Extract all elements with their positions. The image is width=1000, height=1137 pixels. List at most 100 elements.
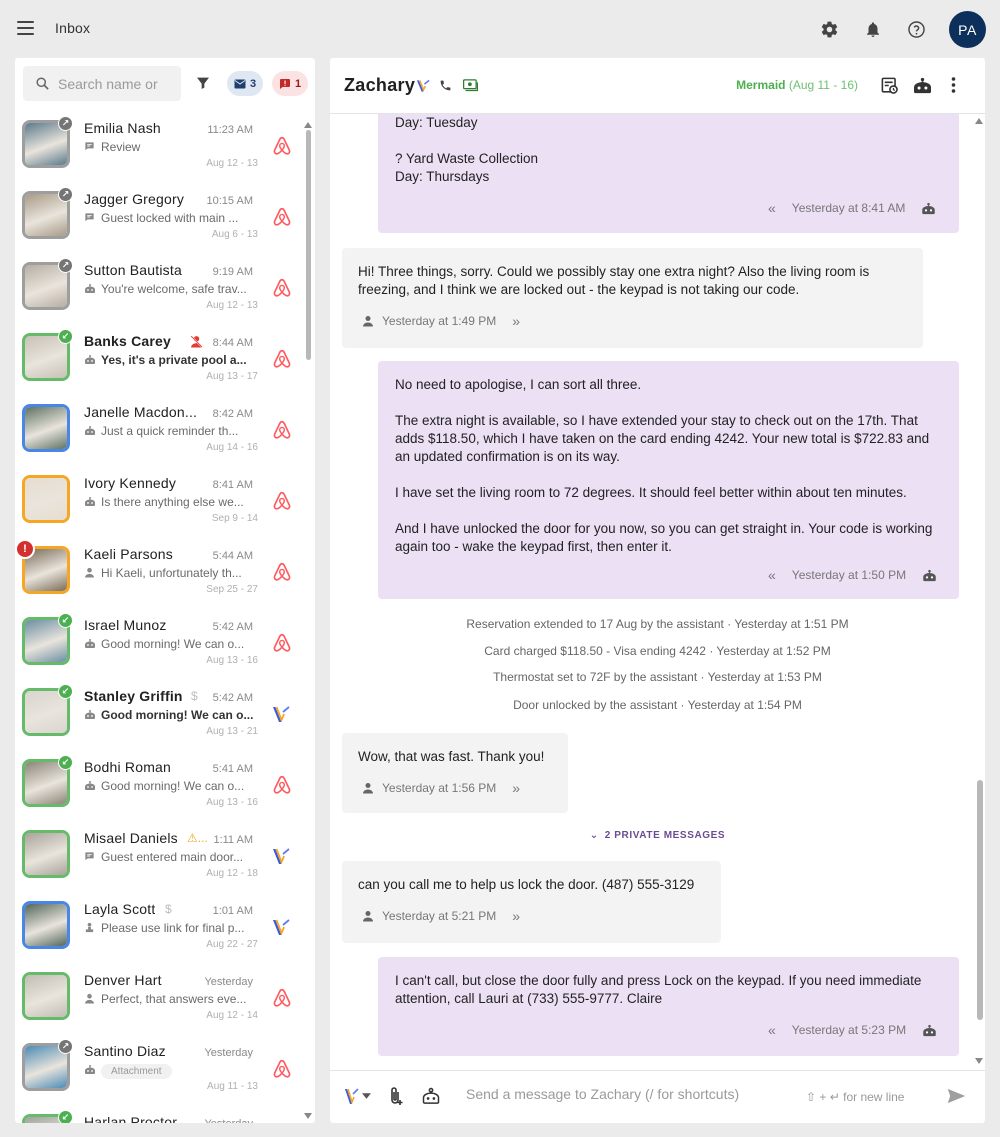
alert-count: 1 xyxy=(295,77,302,90)
direction-badge-icon: ↗ xyxy=(58,187,73,202)
expand-icon[interactable]: « xyxy=(768,566,776,584)
conversation-item[interactable]: ↗ Santino Diaz Yesterday Attachment Aug 11 -… xyxy=(15,1037,303,1108)
message-text: Wow, that was fast. Thank you! xyxy=(358,749,545,764)
message-preview: Is there anything else we... xyxy=(84,495,254,509)
stay-dates: Sep 25 - 27 xyxy=(206,584,258,595)
message-meta: « Yesterday at 8:41 AM xyxy=(768,199,936,217)
expand-icon[interactable]: « xyxy=(768,1021,776,1039)
listing-thumbnail xyxy=(22,475,70,523)
settings-gear-icon[interactable] xyxy=(819,19,839,39)
guest-name: Harlan Proctor xyxy=(84,1114,178,1123)
expand-icon[interactable]: » xyxy=(512,907,520,925)
reservation-details-icon[interactable] xyxy=(880,76,899,95)
airbnb-logo-icon xyxy=(273,1059,291,1078)
direction-badge-icon: ↗ xyxy=(58,116,73,131)
more-options-icon[interactable] xyxy=(951,77,956,93)
last-message-time: 5:42 AM xyxy=(212,692,253,704)
message-preview: Good morning! We can o... xyxy=(84,708,254,722)
message-input[interactable] xyxy=(466,1086,786,1102)
private-messages-toggle[interactable]: ⌄ 2 PRIVATE MESSAGES xyxy=(330,830,975,841)
conversation-item[interactable]: ! Kaeli Parsons 5:44 AM Hi Kaeli, unfortuna… xyxy=(15,539,303,611)
last-message-time: 5:41 AM xyxy=(212,763,253,775)
sender-type-icon xyxy=(84,1064,96,1078)
guest-name: Jagger Gregory xyxy=(84,191,185,207)
notification-bell-icon[interactable] xyxy=(863,19,883,39)
guest-name: Banks Carey xyxy=(84,333,172,349)
vrbo-logo-icon xyxy=(273,706,290,723)
conversation-scrollbar[interactable] xyxy=(304,122,312,1119)
message-preview: Attachment xyxy=(84,1063,254,1079)
sender-type-icon xyxy=(84,496,96,509)
sender-type-icon xyxy=(84,993,95,1006)
expand-icon[interactable]: » xyxy=(512,779,520,797)
help-icon[interactable] xyxy=(906,19,926,39)
search-input[interactable] xyxy=(58,75,168,92)
guest-name: Bodhi Roman xyxy=(84,759,172,775)
sender-type-icon xyxy=(84,709,96,722)
filter-icon[interactable] xyxy=(195,75,211,91)
channel-selector[interactable] xyxy=(344,1087,371,1105)
chat-header: Zachary Mermaid (Aug 11 - 16) xyxy=(330,58,985,114)
conversation-item[interactable]: ↙ Harlan Proctor Yesterday xyxy=(15,1108,303,1123)
menu-icon[interactable] xyxy=(17,21,34,35)
unread-filter-chip[interactable]: 3 xyxy=(227,71,264,96)
ai-draft-icon[interactable] xyxy=(421,1087,441,1105)
message-incoming: can you call me to help us lock the door… xyxy=(342,861,721,943)
person-off-icon xyxy=(190,335,203,348)
conversation-item[interactable]: ↙ Stanley Griffin $5:42 AM Good morning! We… xyxy=(15,682,303,753)
message-time: Yesterday at 1:50 PM xyxy=(791,568,907,582)
sender-type-icon xyxy=(84,780,96,793)
direction-badge-icon: ↙ xyxy=(58,684,73,699)
conversation-item[interactable]: ↙ Banks Carey 8:44 AM Yes, it's a private p… xyxy=(15,327,303,398)
phone-icon[interactable] xyxy=(439,79,452,92)
listing-info[interactable]: Mermaid (Aug 11 - 16) xyxy=(736,78,858,92)
listing-name: Mermaid xyxy=(736,78,786,92)
stay-dates: Aug 12 - 18 xyxy=(206,868,258,879)
guest-flag: ⚠... xyxy=(187,831,208,845)
message-text: I can't call, but close the door fully a… xyxy=(395,973,922,1006)
conversation-item[interactable]: Misael Daniels ⚠... 1:11 AM Guest entered m… xyxy=(15,824,303,895)
direction-badge-icon: ↙ xyxy=(58,755,73,770)
preview-text: Guest entered main door... xyxy=(101,850,244,864)
ai-assistant-icon[interactable] xyxy=(912,77,933,94)
guest-flag: $ xyxy=(165,902,172,916)
listing-dates: (Aug 11 - 16) xyxy=(788,78,858,92)
message-scrollbar[interactable] xyxy=(975,118,985,1068)
last-message-time: Yesterday xyxy=(204,976,253,988)
payment-icon[interactable] xyxy=(463,79,478,92)
sender-type-icon xyxy=(84,638,96,651)
message-preview: You're welcome, safe trav... xyxy=(84,282,254,296)
stay-dates: Aug 13 - 16 xyxy=(206,797,258,808)
stay-dates: Aug 22 - 27 xyxy=(206,939,258,950)
preview-text: You're welcome, safe trav... xyxy=(101,282,247,296)
system-event: Card charged $118.50 - Visa ending 4242 … xyxy=(484,644,831,658)
top-bar: Inbox PA xyxy=(0,0,1000,58)
system-event: Thermostat set to 72F by the assistant ·… xyxy=(493,670,822,684)
listing-thumbnail xyxy=(22,901,70,949)
conversation-item[interactable]: ↙ Israel Munoz 5:42 AM Good morning! We can… xyxy=(15,611,303,682)
airbnb-logo-icon xyxy=(273,278,291,297)
message-preview: Hi Kaeli, unfortunately th... xyxy=(84,566,254,580)
conversation-item[interactable]: ↗ Sutton Bautista 9:19 AM You're welcome, s… xyxy=(15,256,303,327)
message-time: Yesterday at 5:23 PM xyxy=(791,1023,907,1037)
conversation-item[interactable]: Ivory Kennedy 8:41 AM Is there anything el… xyxy=(15,469,303,540)
direction-badge-icon: ↙ xyxy=(58,1110,73,1123)
conversation-item[interactable]: ↗ Emilia Nash 11:23 AM Review Aug 12 - 13 xyxy=(15,114,303,185)
conversation-item[interactable]: ↙ Bodhi Roman 5:41 AM Good morning! We can … xyxy=(15,753,303,824)
expand-icon[interactable]: « xyxy=(768,199,776,217)
user-avatar[interactable]: PA xyxy=(949,11,986,48)
expand-icon[interactable]: » xyxy=(512,312,520,330)
conversation-item[interactable]: ↗ Jagger Gregory 10:15 AM Guest locked with… xyxy=(15,185,303,256)
guest-name: Emilia Nash xyxy=(84,120,161,136)
conversation-item[interactable]: Janelle Macdon... 8:42 AM Just a quick rem… xyxy=(15,398,303,469)
alert-filter-chip[interactable]: 1 xyxy=(272,71,309,96)
conversation-list-panel: 3 1 ↗ Emilia Nash 11:23 AM Review Aug 12 - 1… xyxy=(15,58,315,1123)
conversation-item[interactable]: Denver Hart Yesterday Perfect, that answer… xyxy=(15,966,303,1037)
send-icon[interactable] xyxy=(947,1088,966,1104)
airbnb-logo-icon xyxy=(273,988,291,1007)
attachment-icon[interactable] xyxy=(388,1086,404,1106)
preview-text: Guest locked with main ... xyxy=(101,211,239,225)
message-thread: Day: Tuesday ? Yard Waste Collection Day… xyxy=(330,114,975,1070)
conversation-item[interactable]: Layla Scott $1:01 AM Please use link for f… xyxy=(15,895,303,966)
guest-name[interactable]: Zachary xyxy=(344,75,415,96)
